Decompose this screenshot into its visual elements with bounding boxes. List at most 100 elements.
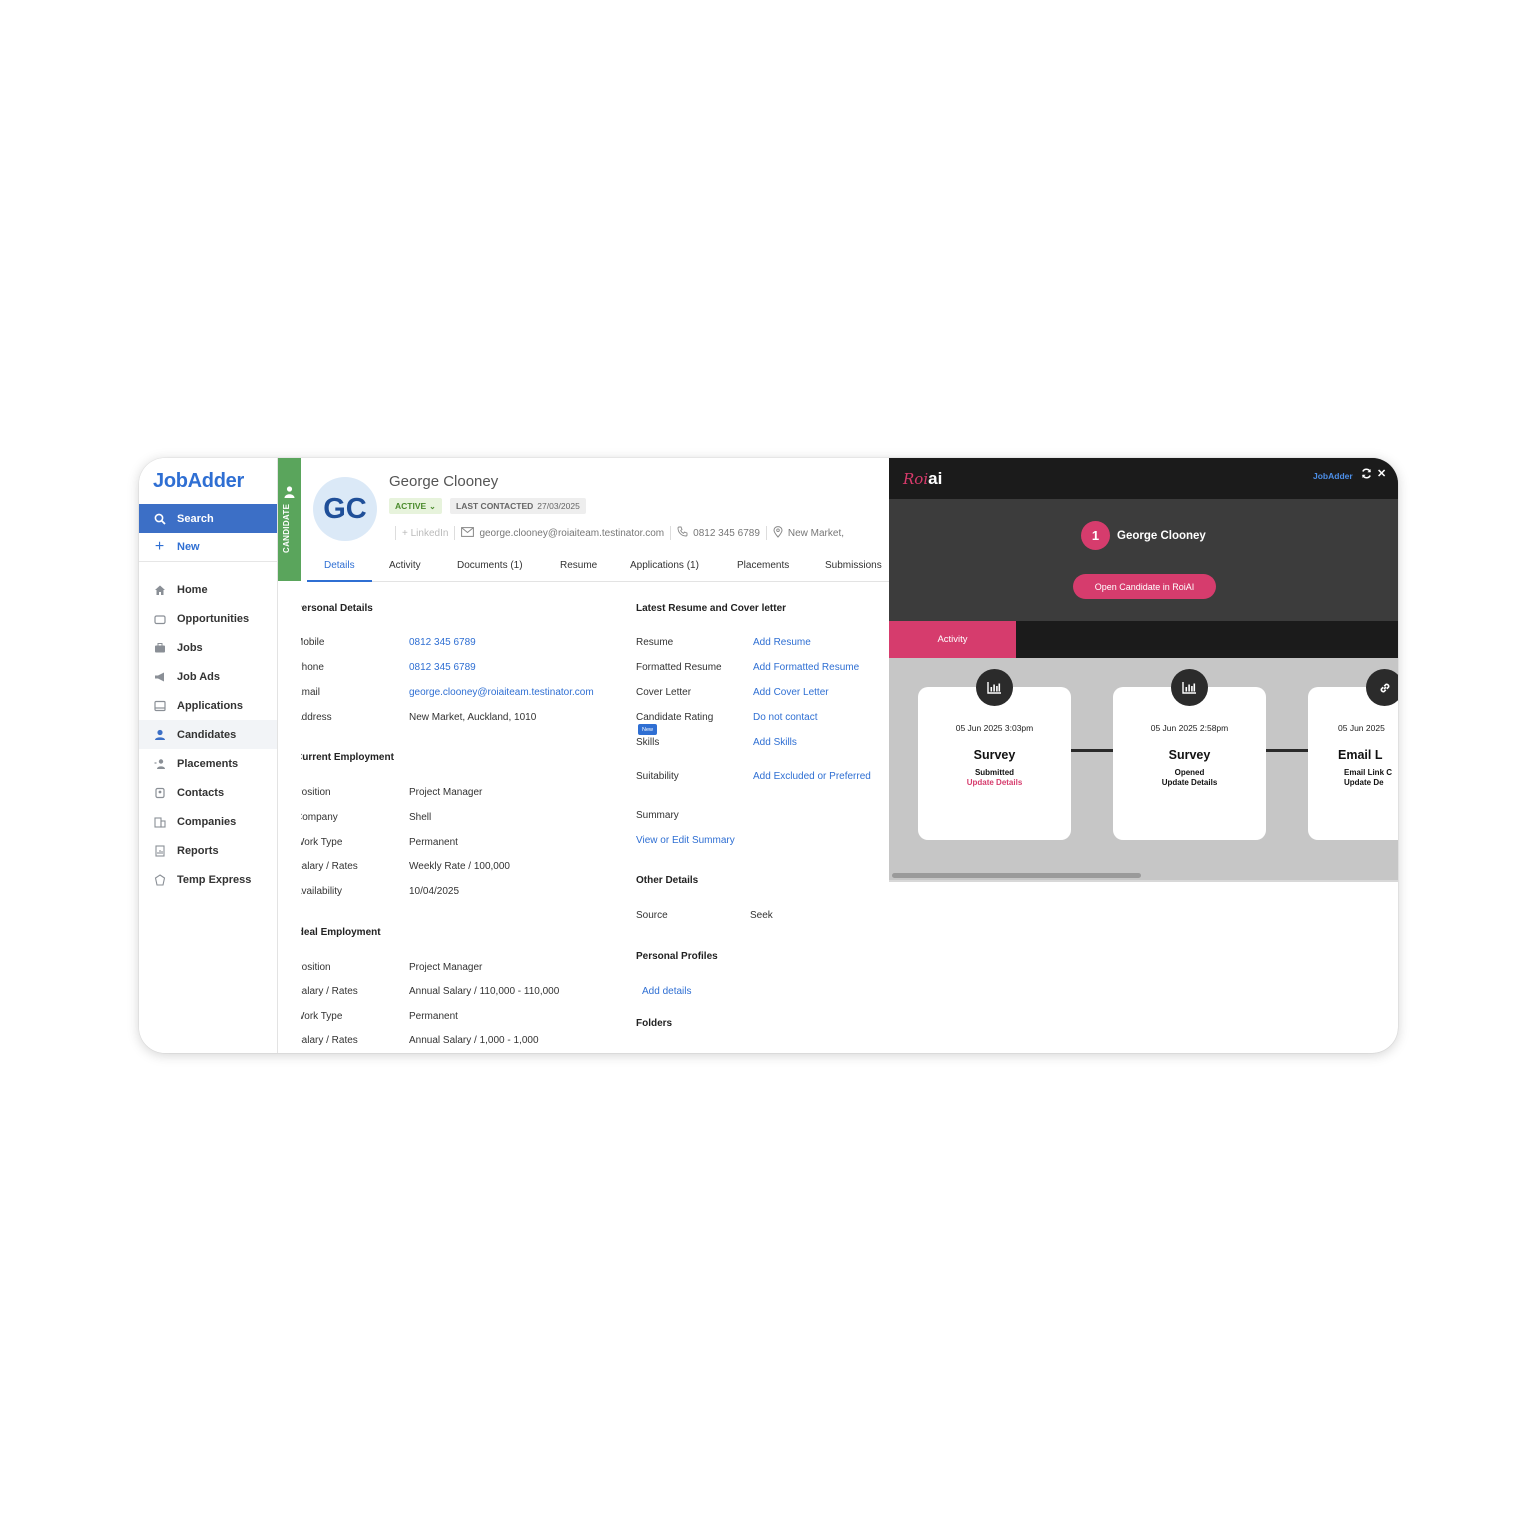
sidebar-item-job-ads[interactable]: Job Ads: [139, 662, 277, 691]
candidate-strip: CANDIDATE: [278, 458, 301, 581]
sidebar-item-label: Home: [177, 583, 208, 596]
sidebar-item-label: Jobs: [177, 641, 203, 654]
status-badge[interactable]: ACTIVE ⌄: [389, 498, 442, 514]
field-label: Availability: [301, 886, 343, 897]
app-window: JobAdder Search + New Home Opportunities…: [139, 458, 1398, 1053]
view-edit-summary-link[interactable]: View or Edit Summary: [636, 835, 735, 846]
phone-value[interactable]: 0812 345 6789: [409, 662, 476, 673]
field-label: Formatted Resume: [636, 662, 722, 673]
candidate-rating-link[interactable]: Do not contact: [753, 712, 817, 723]
avatar[interactable]: GC: [313, 477, 377, 541]
ideal-salary-2: Annual Salary / 1,000 - 1,000: [409, 1035, 539, 1046]
field-label: Source: [636, 910, 668, 921]
add-profile-details-link[interactable]: Add details: [642, 986, 691, 997]
field-label: Salary / Rates: [301, 1035, 358, 1046]
candidate-strip-label: CANDIDATE: [282, 503, 291, 553]
sidebar-item-contacts[interactable]: Contacts: [139, 778, 277, 807]
close-icon[interactable]: ✕: [1377, 467, 1386, 480]
divider: [454, 526, 456, 540]
sidebar-new[interactable]: + New: [139, 533, 277, 562]
timeline-connector: [1070, 749, 1115, 752]
linkedin-link[interactable]: + LinkedIn: [402, 528, 448, 539]
last-contacted-badge: LAST CONTACTED 27/03/2025: [450, 498, 586, 514]
candidate-count-badge: 1: [1081, 521, 1110, 550]
divider: [765, 526, 767, 540]
field-label: Summary: [636, 810, 679, 821]
mobile-value[interactable]: 0812 345 6789: [409, 637, 476, 648]
update-details-link[interactable]: Update Details: [918, 778, 1071, 787]
jobadder-logo[interactable]: JobAdder: [153, 470, 244, 493]
jobadder-link[interactable]: JobAdder: [1313, 471, 1353, 481]
open-candidate-button[interactable]: Open Candidate in RoiAI: [1073, 574, 1216, 599]
email-value[interactable]: george.clooney@roiaiteam.testinator.com: [409, 687, 594, 698]
roiai-tab-bar: Activity: [889, 621, 1398, 658]
sidebar-item-reports[interactable]: Reports: [139, 836, 277, 865]
activity-timeline[interactable]: 05 Jun 2025 3:03pm Survey Submitted Upda…: [889, 658, 1398, 880]
sidebar-search[interactable]: Search: [139, 504, 277, 533]
card-title: Survey: [1168, 748, 1211, 762]
tab-submissions[interactable]: Submissions: [825, 560, 882, 571]
field-label: Mobile: [301, 637, 325, 648]
sidebar-item-label: Companies: [177, 815, 237, 828]
field-label: Work Type: [301, 1011, 343, 1022]
roiai-logo-b: ai: [928, 469, 943, 488]
ideal-position: Project Manager: [409, 962, 483, 973]
sidebar-item-jobs[interactable]: Jobs: [139, 633, 277, 662]
sidebar-item-temp-express[interactable]: Temp Express: [139, 865, 277, 894]
candidate-detail-panel: GC George Clooney ACTIVE ⌄ LAST CONTACTE…: [301, 458, 889, 1053]
add-formatted-resume-link[interactable]: Add Formatted Resume: [753, 662, 859, 673]
add-skills-link[interactable]: Add Skills: [753, 737, 797, 748]
add-resume-link[interactable]: Add Resume: [753, 637, 811, 648]
activity-card[interactable]: 05 Jun 2025 2:58pm Survey Opened Update …: [1113, 669, 1266, 840]
update-details-link[interactable]: Update De: [1344, 778, 1398, 787]
activity-card[interactable]: 05 Jun 2025 Email L Email Link C Update …: [1308, 669, 1398, 840]
section-title-resume: Latest Resume and Cover letter: [636, 603, 787, 614]
sidebar-item-applications[interactable]: Applications: [139, 691, 277, 720]
home-icon: [153, 583, 166, 596]
tab-resume[interactable]: Resume: [560, 560, 597, 571]
sidebar-item-label: Opportunities: [177, 612, 250, 625]
sidebar-item-label: Temp Express: [177, 873, 252, 886]
contact-icon: [153, 786, 166, 799]
sidebar-item-opportunities[interactable]: Opportunities: [139, 604, 277, 633]
roiai-logo-a: Roi: [903, 470, 929, 488]
source-value: Seek: [750, 910, 773, 921]
sidebar-item-home[interactable]: Home: [139, 575, 277, 604]
link-icon: [1366, 669, 1398, 706]
suitability-link[interactable]: Add Excluded or Preferred: [753, 771, 871, 782]
field-label: Suitability: [636, 771, 679, 782]
plus-icon: +: [154, 538, 165, 555]
add-cover-letter-link[interactable]: Add Cover Letter: [753, 687, 829, 698]
horizontal-scrollbar[interactable]: [892, 873, 1141, 878]
current-salary: Weekly Rate / 100,000: [409, 861, 510, 872]
header-phone[interactable]: 0812 345 6789: [693, 528, 760, 539]
building-icon: [153, 815, 166, 828]
sidebar-item-candidates[interactable]: Candidates: [139, 720, 277, 749]
last-contacted-label: LAST CONTACTED: [456, 501, 534, 511]
briefcase-icon: [153, 641, 166, 654]
tab-activity[interactable]: Activity: [389, 560, 421, 571]
bar-chart-icon: [1171, 669, 1208, 706]
divider: [395, 526, 396, 540]
tab-details[interactable]: Details: [324, 560, 355, 571]
update-details-link[interactable]: Update Details: [1113, 778, 1266, 787]
section-title-current: Current Employment: [301, 752, 394, 763]
activity-card[interactable]: 05 Jun 2025 3:03pm Survey Submitted Upda…: [918, 669, 1071, 840]
phone-icon: [677, 526, 688, 540]
status-badge-label: ACTIVE: [395, 501, 427, 511]
sidebar: JobAdder Search + New Home Opportunities…: [139, 458, 278, 1053]
report-icon: [153, 844, 166, 857]
header-email[interactable]: george.clooney@roiaiteam.testinator.com: [479, 528, 664, 539]
tab-activity-roi[interactable]: Activity: [889, 621, 1016, 658]
refresh-icon[interactable]: [1361, 468, 1372, 482]
tab-applications[interactable]: Applications (1): [630, 560, 699, 571]
tab-placements[interactable]: Placements: [737, 560, 789, 571]
tab-documents[interactable]: Documents (1): [457, 560, 523, 571]
card-title: Survey: [973, 748, 1016, 762]
sidebar-item-placements[interactable]: Placements: [139, 749, 277, 778]
field-label: Salary / Rates: [301, 986, 358, 997]
sidebar-item-companies[interactable]: Companies: [139, 807, 277, 836]
sidebar-item-label: Placements: [177, 757, 239, 770]
inbox-icon: [153, 699, 166, 712]
temp-icon: [153, 873, 166, 886]
